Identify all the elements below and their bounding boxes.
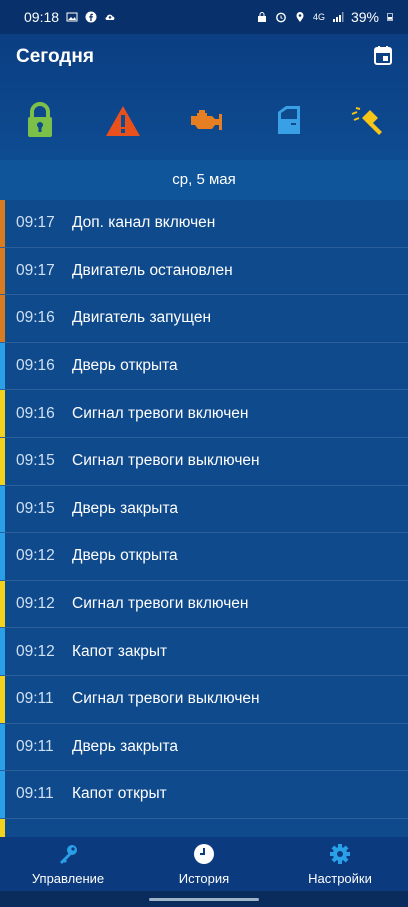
event-time: 09:11 [16, 690, 54, 708]
alarm-warning-icon[interactable] [103, 100, 143, 140]
event-text: Двигатель остановлен [72, 261, 233, 279]
status-bar: 09:18 4G 39% [0, 0, 408, 34]
lock-icon[interactable] [20, 100, 60, 140]
key-icon [60, 844, 77, 864]
event-category-bar [0, 247, 5, 295]
list-item[interactable]: 09:16 Двигатель запущен [0, 295, 408, 343]
list-item[interactable]: 09:11 Капот открыт [0, 771, 408, 819]
list-item[interactable]: 09:17 Доп. канал включен [0, 200, 408, 248]
list-item[interactable]: 09:11 Дверь закрыта [0, 723, 408, 772]
list-item[interactable]: 09:16 Дверь открыта [0, 342, 408, 391]
date-header: ср, 5 мая [0, 160, 408, 200]
event-time: 09:15 [16, 452, 55, 470]
list-item[interactable]: 09:15 Сигнал тревоги выключен [0, 437, 408, 486]
gesture-bar [0, 891, 408, 907]
app-header: Сегодня [0, 34, 408, 160]
nav-settings[interactable]: Настройки [272, 837, 408, 891]
event-category-bar [0, 723, 5, 771]
event-category-bar [0, 200, 5, 247]
list-item[interactable]: 09:12 Капот закрыт [0, 628, 408, 676]
event-category-bar [0, 390, 5, 437]
event-text: Сигнал тревоги выключен [72, 690, 260, 708]
gear-icon [330, 843, 350, 864]
event-category-bar [0, 771, 5, 818]
clock-icon [194, 843, 214, 864]
list-item[interactable]: 09:17 Двигатель остановлен [0, 247, 408, 296]
list-item[interactable]: 09:12 Сигнал тревоги включен [0, 580, 408, 629]
event-time: 09:17 [16, 214, 55, 232]
list-item[interactable]: 09:11 Сигнал тревоги выключен [0, 675, 408, 724]
event-category-bar [0, 580, 5, 628]
hood-hammer-icon[interactable] [348, 100, 388, 140]
event-time: 09:16 [16, 309, 55, 327]
event-text: Дверь закрыта [72, 737, 178, 755]
event-text: Сигнал тревоги включен [72, 404, 249, 422]
nav-label-history: История [178, 870, 230, 886]
event-text: Сигнал тревоги выключен [72, 452, 260, 470]
event-time: 09:12 [16, 547, 55, 565]
event-text: Капот закрыт [72, 642, 168, 660]
event-text: Сигнал тревоги включен [72, 595, 249, 613]
event-category-bar [0, 675, 5, 723]
nav-label-control: Управление [31, 870, 105, 886]
facebook-icon [85, 11, 97, 23]
list-item[interactable]: 09:16 Сигнал тревоги включен [0, 390, 408, 438]
list-item[interactable]: 09:15 Дверь закрыта [0, 485, 408, 534]
page-title: Сегодня [16, 46, 94, 67]
alarm-clock-icon [276, 12, 286, 23]
event-text: Двигатель запущен [72, 309, 212, 327]
door-icon[interactable] [268, 100, 308, 140]
lock-screen-icon [257, 12, 266, 22]
network-type: 4G [312, 12, 325, 22]
event-category-bar [0, 485, 5, 533]
event-time: 09:12 [16, 595, 55, 613]
event-category-bar [0, 533, 5, 580]
gallery-icon [66, 12, 78, 22]
event-time: 09:11 [16, 737, 54, 755]
event-category-bar [0, 818, 5, 837]
event-time: 09:11 [16, 785, 54, 803]
clock-time: 09:18 [24, 9, 60, 25]
event-text: Дверь закрыта [72, 499, 178, 517]
calendar-icon[interactable] [372, 44, 394, 66]
event-list[interactable]: 09:17 Доп. канал включен 09:17 Двигатель ос… [0, 200, 408, 837]
event-text: Капот открыт [72, 785, 167, 803]
list-item[interactable] [0, 818, 408, 837]
event-category-bar [0, 628, 5, 675]
signal-icon [332, 12, 344, 22]
event-category-bar [0, 437, 5, 485]
event-time: 09:16 [16, 404, 55, 422]
battery-level: 39% [350, 9, 379, 25]
event-category-bar [0, 295, 5, 342]
engine-icon[interactable] [185, 100, 225, 140]
vehicle-status-icons [0, 100, 408, 144]
bottom-navigation: Управление История Настройки [0, 837, 408, 891]
nav-history[interactable]: История [136, 837, 272, 891]
nav-label-settings: Настройки [308, 870, 372, 886]
event-category-bar [0, 342, 5, 390]
event-text: Дверь открыта [72, 547, 178, 565]
event-time: 09:17 [16, 261, 55, 279]
cloud-upload-icon [105, 14, 115, 20]
location-icon [296, 12, 304, 22]
event-time: 09:12 [16, 642, 55, 660]
event-text: Дверь открыта [72, 357, 178, 375]
nav-control[interactable]: Управление [0, 837, 136, 891]
list-item[interactable]: 09:12 Дверь открыта [0, 533, 408, 581]
event-time: 09:16 [16, 357, 55, 375]
battery-icon [387, 13, 393, 21]
event-time: 09:15 [16, 499, 55, 517]
event-text: Доп. канал включен [72, 214, 216, 232]
